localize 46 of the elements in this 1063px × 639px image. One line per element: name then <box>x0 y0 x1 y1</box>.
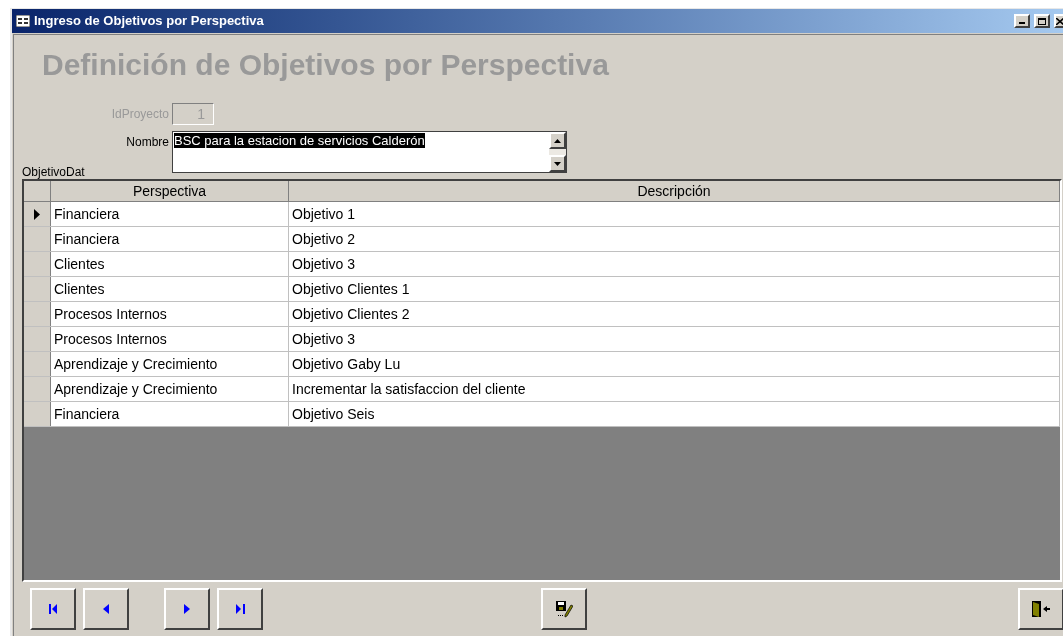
table-cell: Objetivo Gaby Lu <box>289 352 1060 376</box>
last-record-icon <box>235 604 245 614</box>
table-cell: Objetivo Clientes 2 <box>289 302 1060 326</box>
table-cell: Objetivo 2 <box>289 227 1060 251</box>
maximize-button[interactable] <box>1034 14 1050 28</box>
next-button[interactable] <box>164 588 210 630</box>
field-label: Nombre <box>125 134 170 151</box>
table-cell: Financiera <box>51 227 289 251</box>
exit-button[interactable] <box>1018 588 1063 630</box>
first-button[interactable] <box>30 588 76 630</box>
table-cell: Procesos Internos <box>51 302 289 326</box>
close-button[interactable] <box>1054 14 1063 28</box>
current-row-icon <box>34 208 40 220</box>
table-cell: Objetivo Clientes 1 <box>289 277 1060 301</box>
window-title: Ingreso de Objetivos por Perspectiva <box>34 12 264 31</box>
last-button[interactable] <box>217 588 263 630</box>
first-record-icon <box>48 604 58 614</box>
exit-door-icon <box>1031 600 1051 618</box>
table-cell: Clientes <box>51 277 289 301</box>
minimize-button[interactable] <box>1014 14 1030 28</box>
table-cell: Procesos Internos <box>51 327 289 351</box>
subform-label: ObjetivoDat <box>22 165 86 179</box>
form-heading: Definición de Objetivos por Perspectiva <box>42 47 610 83</box>
field-label: IdProyecto <box>110 106 170 123</box>
prev-button[interactable] <box>83 588 129 630</box>
table-cell: Clientes <box>51 252 289 276</box>
table-cell: Objetivo 3 <box>289 327 1060 351</box>
table-cell: Objetivo 1 <box>289 202 1060 226</box>
name-field[interactable]: BSC para la estacion de servicios Calderón <box>172 131 567 173</box>
table-cell: Financiera <box>51 202 289 226</box>
save-button[interactable] <box>541 588 587 630</box>
form-icon <box>16 15 30 27</box>
table-cell: Aprendizaje y Crecimiento <box>51 352 289 376</box>
close-icon <box>1056 17 1063 25</box>
next-icon <box>184 604 190 614</box>
previous-icon <box>103 604 109 614</box>
scrollbar[interactable] <box>549 132 566 172</box>
scroll-up-icon <box>554 138 561 143</box>
table-cell: Aprendizaje y Crecimiento <box>51 377 289 401</box>
table-cell: Financiera <box>51 402 289 426</box>
save-edit-icon <box>555 600 573 618</box>
table-cell: Incrementar la satisfaccion del cliente <box>289 377 1060 401</box>
row-selector[interactable] <box>24 202 51 226</box>
table-cell: Objetivo 3 <box>289 252 1060 276</box>
scroll-down-icon <box>554 161 561 166</box>
table-cell: Objetivo Seis <box>289 402 1060 426</box>
